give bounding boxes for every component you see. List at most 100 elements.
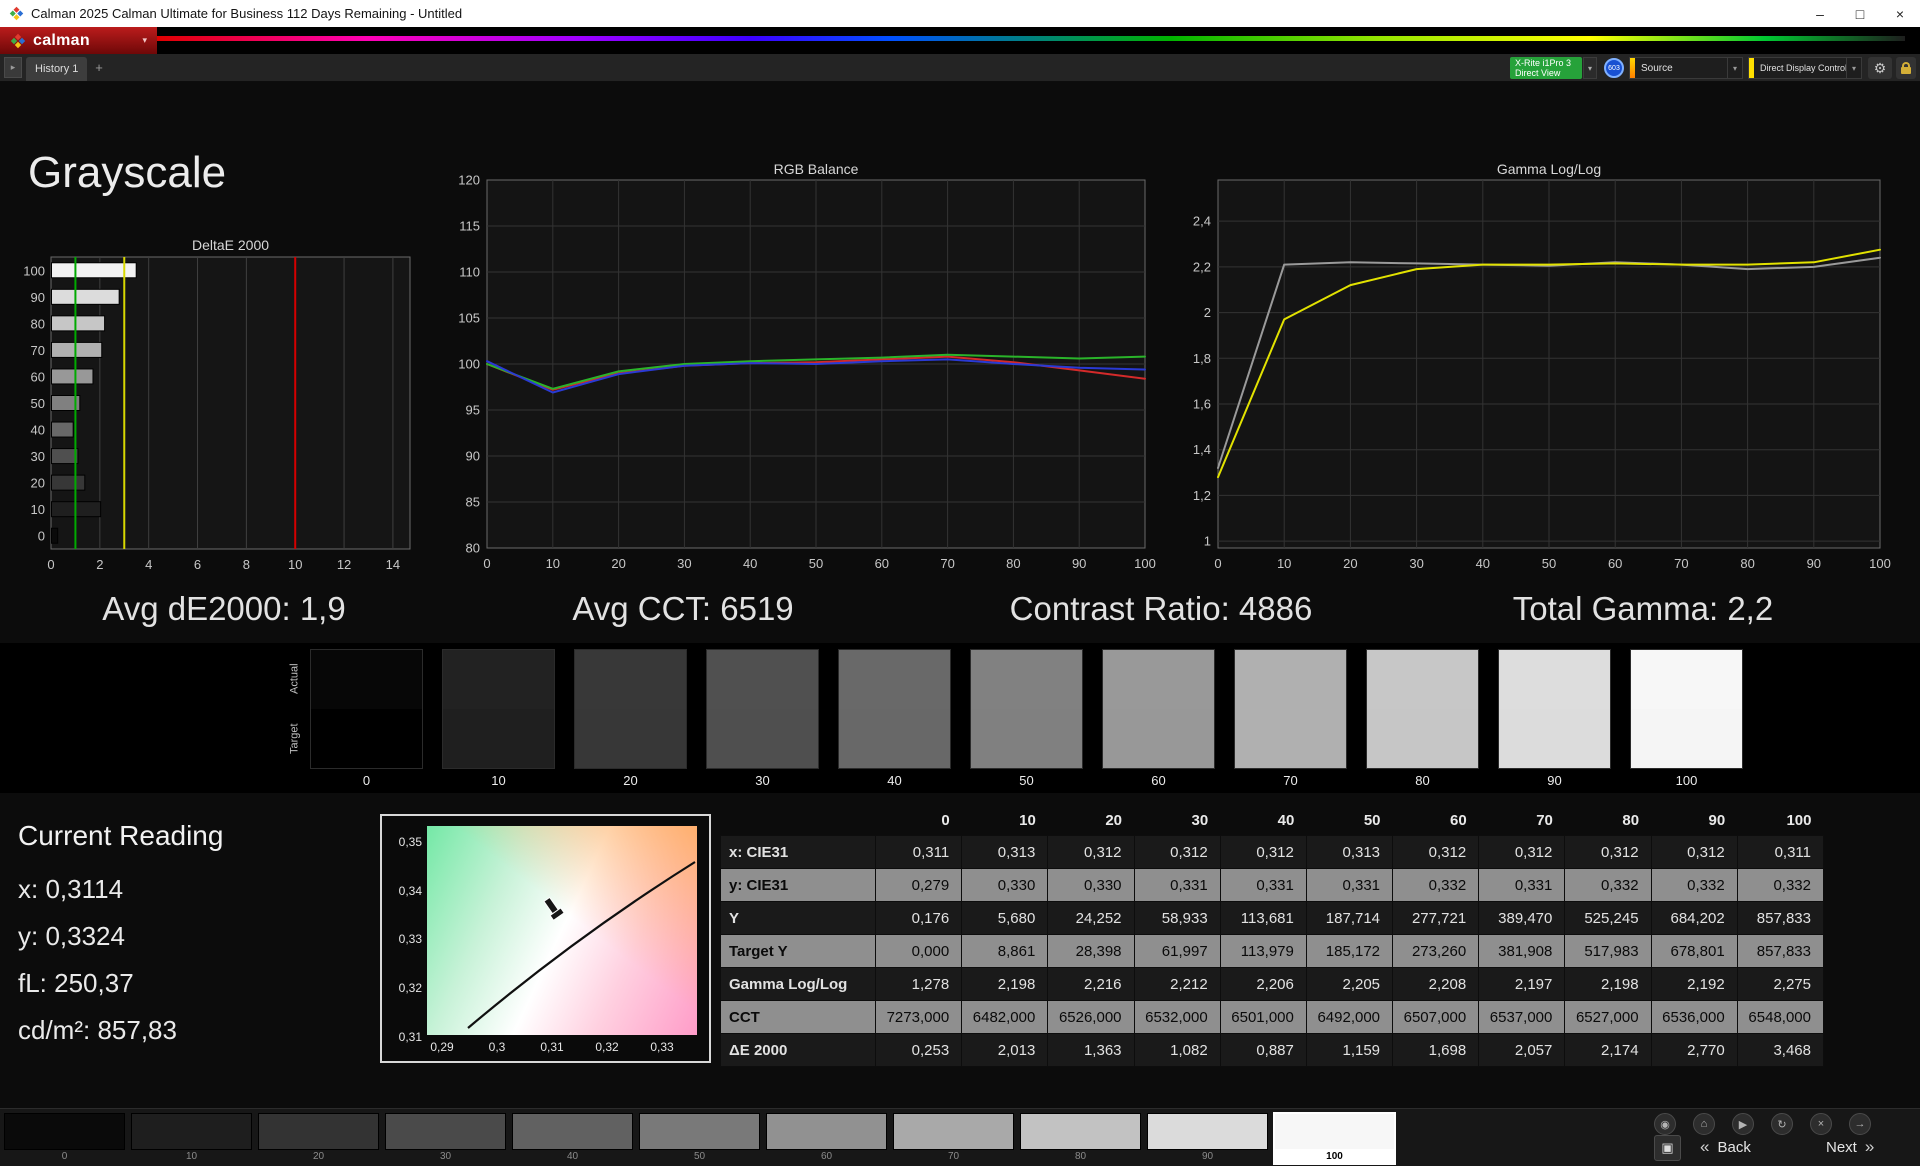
table-cell: 6548,000 xyxy=(1736,1000,1825,1034)
tab-scroll-button[interactable]: ▸ xyxy=(4,57,22,78)
patch-60[interactable]: 60 xyxy=(766,1113,887,1164)
table-cell: 61,997 xyxy=(1133,934,1221,968)
meter-status-badge: 603 xyxy=(1604,58,1624,78)
svg-text:4: 4 xyxy=(145,557,152,572)
cie-y-tick: 0,35 xyxy=(398,835,422,849)
svg-text:90: 90 xyxy=(1072,556,1086,571)
reading-y: y: 0,3324 xyxy=(18,921,125,951)
column-header: 0 xyxy=(941,812,950,829)
page-title: Grayscale xyxy=(28,148,227,197)
svg-text:80: 80 xyxy=(1006,556,1020,571)
column-header: 90 xyxy=(1708,812,1726,829)
rgb-balance-chart: RGB Balance 120 115 110 105 100 95 90 85 80 0 10 20 3… xyxy=(451,159,1157,584)
patch-10[interactable]: 10 xyxy=(131,1113,252,1164)
gamma-chart: Gamma Log/Log 2,4 2,2 2 1,8 1,6 1,4 1,2 1 0 10 20 30… xyxy=(1180,159,1900,584)
table-row: x: CIE31 0,311 0,313 0,312 0,312 0,312 0,313 0,… xyxy=(720,835,1825,869)
meter-dropdown-caret[interactable]: ▾ xyxy=(1583,57,1597,79)
swatch-level-label: 10 xyxy=(491,773,506,788)
table-cell: 381,908 xyxy=(1478,934,1566,968)
svg-text:0: 0 xyxy=(1214,556,1221,571)
license-lock-button[interactable] xyxy=(1896,57,1916,79)
table-cell: 2,275 xyxy=(1736,967,1825,1001)
swatch-actual xyxy=(839,650,950,709)
add-tab-button[interactable]: + xyxy=(90,57,108,78)
chevron-down-icon: ▾ xyxy=(1727,58,1742,78)
patch-20[interactable]: 20 xyxy=(258,1113,379,1164)
patch-number: 30 xyxy=(439,1151,452,1162)
meter-line1: X-Rite i1Pro 3 xyxy=(1515,58,1572,68)
table-cell: 2,192 xyxy=(1650,967,1738,1001)
row-label: Target Y xyxy=(720,934,876,968)
table-cell: 0,332 xyxy=(1392,868,1480,902)
table-cell: 0,313 xyxy=(1305,835,1394,869)
swatch-target xyxy=(1235,709,1346,768)
home-button[interactable]: ⌂ xyxy=(1693,1113,1715,1135)
svg-text:30: 30 xyxy=(677,556,691,571)
swatch-level-label: 20 xyxy=(623,773,638,788)
svg-text:50: 50 xyxy=(1542,556,1556,571)
tab-history-1[interactable]: History 1 xyxy=(26,57,88,81)
swatch-target xyxy=(839,709,950,768)
patch-40[interactable]: 40 xyxy=(512,1113,633,1164)
table-cell: 6501,000 xyxy=(1219,1000,1307,1034)
chevron-down-icon: ▾ xyxy=(1846,58,1861,78)
next-button[interactable]: Next » xyxy=(1826,1137,1874,1157)
title-bar: Calman 2025 Calman Ultimate for Business… xyxy=(0,0,1920,27)
patch-100[interactable]: 100 xyxy=(1274,1113,1395,1164)
source-dropdown[interactable]: Source ▾ xyxy=(1629,57,1743,79)
table-cell: 0,313 xyxy=(961,835,1049,869)
maximize-button[interactable]: □ xyxy=(1840,0,1880,27)
table-cell: 8,861 xyxy=(961,934,1049,968)
settings-button[interactable]: ⚙ xyxy=(1868,57,1892,79)
table-cell: 0,312 xyxy=(1650,835,1738,869)
table-cell: 857,833 xyxy=(1736,934,1825,968)
calman-diamond-icon xyxy=(10,33,26,48)
screenshot-button[interactable]: ◉ xyxy=(1654,1113,1676,1135)
calman-logo-menu[interactable]: calman ▾ xyxy=(0,27,157,54)
table-row: ΔE 2000 0,253 2,013 1,363 1,082 0,887 1,159 1,6… xyxy=(720,1033,1825,1067)
pattern-window-button[interactable]: ▣ xyxy=(1654,1135,1681,1161)
svg-text:1,8: 1,8 xyxy=(1193,351,1211,366)
svg-text:70: 70 xyxy=(1674,556,1688,571)
patch-70[interactable]: 70 xyxy=(893,1113,1014,1164)
swatch-actual xyxy=(707,650,818,709)
table-cell: 389,470 xyxy=(1478,901,1566,935)
cie-x-tick: 0,3 xyxy=(488,1040,506,1054)
svg-text:10: 10 xyxy=(1277,556,1291,571)
meter-line2: Direct View xyxy=(1515,68,1561,78)
table-cell: 2,198 xyxy=(961,967,1049,1001)
patch-30[interactable]: 30 xyxy=(385,1113,506,1164)
close-button[interactable]: × xyxy=(1880,0,1920,27)
refresh-button[interactable]: ↻ xyxy=(1771,1113,1793,1135)
table-cell: 0,176 xyxy=(874,901,963,935)
play-button[interactable]: ▶ xyxy=(1732,1113,1754,1135)
back-label: Back xyxy=(1717,1138,1751,1156)
reading-x: x: 0,3114 xyxy=(18,874,124,904)
display-control-dropdown[interactable]: Direct Display Control ▾ xyxy=(1748,57,1862,79)
skip-button[interactable]: → xyxy=(1849,1113,1871,1135)
patch-80[interactable]: 80 xyxy=(1020,1113,1141,1164)
table-cell: 0,312 xyxy=(1047,835,1135,869)
table-cell: 7273,000 xyxy=(874,1000,963,1034)
cie-x-tick: 0,32 xyxy=(595,1040,619,1054)
svg-text:0: 0 xyxy=(47,557,54,572)
svg-text:30: 30 xyxy=(1409,556,1423,571)
measurement-table: 0 10 20 30 40 50 60 70 80 90 100 x: CIE31 0,311 0,313… xyxy=(720,806,1825,1067)
swatch-actual xyxy=(1631,650,1742,709)
swatch-0 xyxy=(310,649,423,769)
minimize-button[interactable]: – xyxy=(1800,0,1840,27)
column-header: 30 xyxy=(1191,812,1209,829)
table-cell: 684,202 xyxy=(1650,901,1738,935)
patch-90[interactable]: 90 xyxy=(1147,1113,1268,1164)
svg-text:6: 6 xyxy=(194,557,201,572)
meter-selector[interactable]: X-Rite i1Pro 3 Direct View xyxy=(1510,57,1582,79)
stop-button[interactable]: × xyxy=(1810,1113,1832,1135)
back-button[interactable]: « Back xyxy=(1700,1137,1751,1157)
patch-50[interactable]: 50 xyxy=(639,1113,760,1164)
svg-text:50: 50 xyxy=(809,556,823,571)
swatch-target xyxy=(443,709,554,768)
svg-text:85: 85 xyxy=(466,495,480,510)
stat-avg-de2000: Avg dE2000: 1,9 xyxy=(102,590,346,627)
patch-0[interactable]: 0 xyxy=(4,1113,125,1164)
swatch-60 xyxy=(1102,649,1215,769)
